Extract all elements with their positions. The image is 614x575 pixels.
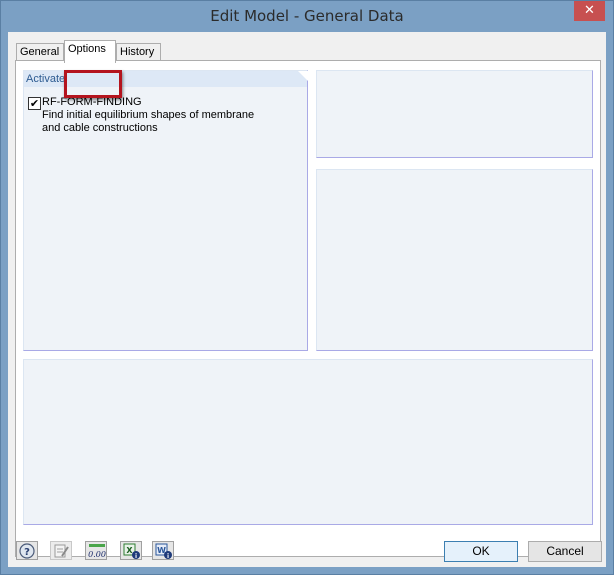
excel-info-icon: Xi xyxy=(123,543,140,559)
option-description-line2: and cable constructions xyxy=(42,122,158,134)
tab-options[interactable]: Options xyxy=(64,40,116,63)
empty-panel-top-right xyxy=(316,70,593,158)
button-bar: ? 0.00 Xi Wi OK Cancel xyxy=(8,535,606,567)
rf-form-finding-text: RF-FORM-FINDING Find initial equilibrium… xyxy=(42,96,282,135)
option-label: RF-FORM-FINDING xyxy=(42,96,142,108)
word-info-icon: Wi xyxy=(155,543,172,559)
cancel-button[interactable]: Cancel xyxy=(528,541,602,562)
close-button[interactable]: ✕ xyxy=(574,1,605,21)
svg-text:?: ? xyxy=(24,547,30,558)
ok-button[interactable]: OK xyxy=(444,541,518,562)
svg-text:0.00: 0.00 xyxy=(88,550,106,559)
empty-panel-bottom xyxy=(23,359,593,525)
option-description-line1: Find initial equilibrium shapes of membr… xyxy=(42,109,255,121)
checkmark-icon: ✔ xyxy=(29,97,40,110)
word-export-button[interactable]: Wi xyxy=(152,541,174,560)
dialog-client-area: General Options History Activate ✔ RF-FO… xyxy=(8,32,606,567)
edit-icon xyxy=(54,544,69,558)
excel-export-button[interactable]: Xi xyxy=(120,541,142,560)
units-decimals-button[interactable]: 0.00 xyxy=(85,541,107,560)
edit-button[interactable] xyxy=(50,541,72,560)
help-icon: ? xyxy=(19,543,35,559)
activate-panel-header: Activate xyxy=(24,71,308,87)
help-button[interactable]: ? xyxy=(16,541,38,560)
dialog-window: Edit Model - General Data ✕ General Opti… xyxy=(0,0,614,575)
activate-panel: Activate ✔ RF-FORM-FINDING Find initial … xyxy=(23,70,308,351)
empty-panel-middle-right xyxy=(316,169,593,351)
rf-form-finding-checkbox[interactable]: ✔ xyxy=(28,97,41,110)
svg-text:i: i xyxy=(167,553,169,559)
options-tab-page: Activate ✔ RF-FORM-FINDING Find initial … xyxy=(15,60,601,557)
close-icon: ✕ xyxy=(584,3,595,18)
units-decimals-icon: 0.00 xyxy=(88,544,106,559)
title-bar[interactable]: Edit Model - General Data ✕ xyxy=(1,1,613,32)
window-title: Edit Model - General Data xyxy=(210,7,404,25)
svg-text:i: i xyxy=(135,553,137,559)
